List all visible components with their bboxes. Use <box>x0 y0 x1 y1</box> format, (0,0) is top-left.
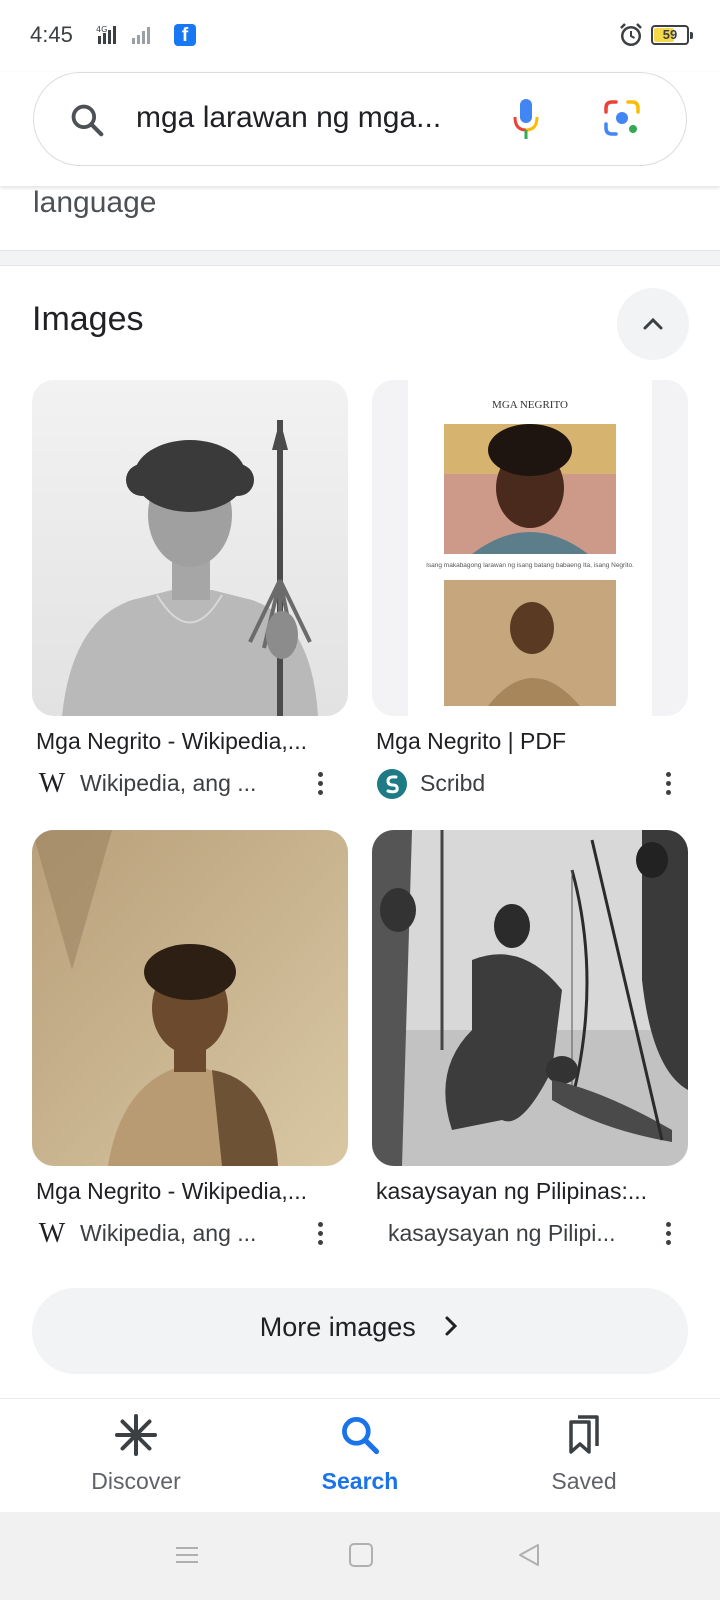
engraving-hunters-illustration <box>372 830 688 1166</box>
chevron-right-icon <box>445 1316 458 1336</box>
nav-discover-label: Discover <box>91 1468 181 1494</box>
more-options-icon[interactable] <box>660 770 676 798</box>
section-divider <box>0 250 720 266</box>
alarm-icon <box>620 23 642 46</box>
search-header: mga larawan ng mga... <box>0 72 720 186</box>
status-bar: 4:45 4G f 59 <box>0 0 720 72</box>
more-images-label: More images <box>259 1312 416 1342</box>
system-navigation-bar <box>0 1512 720 1600</box>
search-icon[interactable] <box>68 101 106 139</box>
network-type: 4G <box>96 25 107 34</box>
image-result-title[interactable]: kasaysayan ng Pilipinas:... <box>376 1178 686 1205</box>
bottom-navigation: Discover Search Saved <box>0 1398 720 1512</box>
images-section-title: Images <box>32 300 144 338</box>
mic-icon[interactable] <box>510 97 542 141</box>
search-box[interactable]: mga larawan ng mga... <box>33 72 687 166</box>
image-thumbnail[interactable] <box>32 380 348 716</box>
previous-result-text: language <box>33 186 157 219</box>
more-images-button[interactable]: More images <box>32 1288 688 1374</box>
back-icon[interactable] <box>516 1542 542 1568</box>
nav-search[interactable]: Search <box>280 1413 440 1495</box>
google-lens-icon[interactable] <box>602 98 642 138</box>
more-options-icon[interactable] <box>660 1220 676 1248</box>
scribd-icon <box>377 769 407 799</box>
document-caption: Isang makabagong larawan ng isang batang… <box>426 562 634 569</box>
image-result-source[interactable]: kasaysayan ng Pilipi... <box>388 1220 640 1247</box>
asterisk-icon <box>115 1414 157 1456</box>
image-result-source[interactable]: Wikipedia, ang ... <box>80 770 300 797</box>
image-result-card[interactable]: kasaysayan ng Pilipinas:... kasaysayan n… <box>372 830 688 1250</box>
negrito-man-with-spear-photo <box>32 380 348 716</box>
search-input[interactable]: mga larawan ng mga... <box>136 101 466 135</box>
nav-saved[interactable]: Saved <box>504 1413 664 1495</box>
wikipedia-icon: W <box>38 1218 66 1249</box>
image-result-title[interactable]: Mga Negrito - Wikipedia,... <box>36 728 346 755</box>
image-result-source[interactable]: Scribd <box>420 770 640 797</box>
battery-level: 59 <box>662 27 678 42</box>
sepia-portrait-photo <box>32 830 348 1166</box>
signal-icon: 4G <box>96 25 150 44</box>
more-options-icon[interactable] <box>312 1220 328 1248</box>
image-result-source[interactable]: Wikipedia, ang ... <box>80 1220 300 1247</box>
status-time: 4:45 <box>30 22 73 47</box>
scribd-document-preview: MGA NEGRITO Isang makabagong larawan ng … <box>372 380 688 716</box>
battery-indicator: 59 <box>651 25 693 45</box>
more-options-icon[interactable] <box>312 770 328 798</box>
image-result-card[interactable]: Mga Negrito - Wikipedia,... W Wikipedia,… <box>32 830 348 1250</box>
battery-tip <box>690 32 693 39</box>
nav-search-label: Search <box>321 1468 399 1494</box>
previous-result-snippet: language <box>0 186 720 250</box>
image-result-card[interactable]: MGA NEGRITO Isang makabagong larawan ng … <box>372 380 688 800</box>
home-icon[interactable] <box>348 1542 374 1568</box>
image-thumbnail[interactable]: MGA NEGRITO Isang makabagong larawan ng … <box>372 380 688 716</box>
image-thumbnail[interactable] <box>372 830 688 1166</box>
wikipedia-icon: W <box>38 768 66 799</box>
bookmarks-icon <box>569 1415 599 1454</box>
nav-saved-label: Saved <box>551 1468 617 1494</box>
image-result-card[interactable]: Mga Negrito - Wikipedia,... W Wikipedia,… <box>32 380 348 800</box>
menu-icon[interactable] <box>174 1542 200 1568</box>
facebook-notification-icon: f <box>174 24 196 46</box>
image-result-title[interactable]: Mga Negrito - Wikipedia,... <box>36 1178 346 1205</box>
image-result-title[interactable]: Mga Negrito | PDF <box>376 728 686 755</box>
chevron-up-icon <box>643 317 663 330</box>
image-thumbnail[interactable] <box>32 830 348 1166</box>
document-heading: MGA NEGRITO <box>492 399 568 411</box>
nav-discover[interactable]: Discover <box>56 1413 216 1495</box>
collapse-images-button[interactable] <box>617 288 689 360</box>
search-icon <box>342 1417 380 1455</box>
